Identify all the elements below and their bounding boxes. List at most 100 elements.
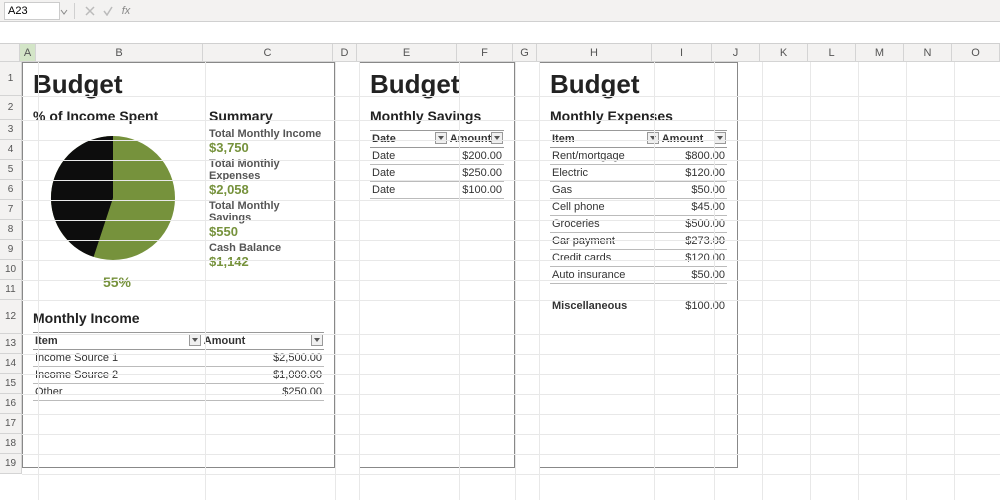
row-header-14[interactable]: 14: [0, 354, 22, 374]
row-header-2[interactable]: 2: [0, 96, 22, 120]
cell: Income Source 1: [33, 350, 202, 367]
row-header-19[interactable]: 19: [0, 454, 22, 474]
row-header-3[interactable]: 3: [0, 120, 22, 140]
cell: $250.00: [448, 165, 504, 182]
filter-icon[interactable]: [714, 132, 726, 144]
row-header-8[interactable]: 8: [0, 220, 22, 240]
filter-icon[interactable]: [311, 334, 323, 346]
col-header-A[interactable]: A: [20, 44, 36, 62]
expenses-panel: Budget Monthly Expenses Item Amount Rent…: [539, 62, 738, 468]
column-headers: ABCDEFGHIJKLMNO: [0, 44, 1000, 62]
col-header-C[interactable]: C: [203, 44, 333, 62]
cell: $2,500.00: [202, 350, 324, 367]
col-header-I[interactable]: I: [652, 44, 712, 62]
row-header-17[interactable]: 17: [0, 414, 22, 434]
col-header-J[interactable]: J: [712, 44, 760, 62]
table-row[interactable]: Gas$50.00: [550, 182, 727, 199]
cell: $200.00: [448, 148, 504, 165]
cb-label: Cash Balance: [209, 242, 324, 254]
cell: Cell phone: [550, 199, 660, 216]
col-header-H[interactable]: H: [537, 44, 652, 62]
table-row[interactable]: Income Source 1$2,500.00: [33, 350, 324, 367]
table-row[interactable]: Other$250.00: [33, 384, 324, 401]
row-header-1[interactable]: 1: [0, 62, 22, 96]
col-header-O[interactable]: O: [952, 44, 1000, 62]
filter-icon[interactable]: [189, 334, 201, 346]
table-row[interactable]: Groceries$500.00: [550, 216, 727, 233]
row-header-4[interactable]: 4: [0, 140, 22, 160]
table-row[interactable]: Credit cards$120.00: [550, 250, 727, 267]
cell: $1,000.00: [202, 367, 324, 384]
tms-value: $550: [209, 224, 324, 239]
col-header-K[interactable]: K: [760, 44, 808, 62]
cell: Date: [370, 182, 448, 199]
savings-heading: Monthly Savings: [370, 108, 504, 124]
row-header-9[interactable]: 9: [0, 240, 22, 260]
table-row[interactable]: Date$250.00: [370, 165, 504, 182]
row-header-5[interactable]: 5: [0, 160, 22, 180]
formula-input[interactable]: [0, 24, 1000, 42]
table-row[interactable]: Date$100.00: [370, 182, 504, 199]
cb-value: $1,142: [209, 254, 324, 269]
tmi-value: $3,750: [209, 140, 324, 155]
tmi-label: Total Monthly Income: [209, 128, 324, 140]
select-all-corner[interactable]: [0, 44, 20, 62]
expenses-amount-header[interactable]: Amount: [660, 131, 727, 148]
savings-date-header[interactable]: Date: [370, 131, 448, 148]
formula-bar: [0, 22, 1000, 44]
cell: Credit cards: [550, 250, 660, 267]
table-row[interactable]: Date$200.00: [370, 148, 504, 165]
cell: Gas: [550, 182, 660, 199]
col-header-L[interactable]: L: [808, 44, 856, 62]
row-header-15[interactable]: 15: [0, 374, 22, 394]
row-header-16[interactable]: 16: [0, 394, 22, 414]
name-box-toolbar: fx: [0, 0, 1000, 22]
income-amount-header[interactable]: Amount: [202, 333, 324, 350]
expenses-heading: Monthly Expenses: [550, 108, 727, 124]
cell: Other: [33, 384, 202, 401]
filter-icon[interactable]: [491, 132, 503, 144]
cell: $50.00: [660, 182, 727, 199]
table-row[interactable]: Cell phone$45.00: [550, 199, 727, 216]
filter-icon[interactable]: [647, 132, 659, 144]
sheet-area[interactable]: Budget % of Income Spent 55% Summary Tot…: [22, 62, 1000, 500]
col-header-F[interactable]: F: [457, 44, 513, 62]
row-header-12[interactable]: 12: [0, 300, 22, 334]
row-header-11[interactable]: 11: [0, 280, 22, 300]
table-row[interactable]: Electric$120.00: [550, 165, 727, 182]
cell: $45.00: [660, 199, 727, 216]
pct-heading: % of Income Spent: [33, 108, 201, 124]
fx-icon[interactable]: fx: [119, 4, 133, 18]
cell: Date: [370, 148, 448, 165]
row-header-13[interactable]: 13: [0, 334, 22, 354]
namebox-dropdown-icon[interactable]: [60, 7, 68, 15]
row-header-10[interactable]: 10: [0, 260, 22, 280]
cell: $273.00: [660, 233, 727, 250]
col-header-G[interactable]: G: [513, 44, 537, 62]
col-header-M[interactable]: M: [856, 44, 904, 62]
col-header-D[interactable]: D: [333, 44, 357, 62]
income-item-header[interactable]: Item: [33, 333, 202, 350]
savings-amount-header[interactable]: Amount: [448, 131, 504, 148]
income-table: Item Amount Income Source 1$2,500.00Inco…: [33, 332, 324, 401]
cancel-icon[interactable]: [83, 4, 97, 18]
cell: $500.00: [660, 216, 727, 233]
percent-spent-label: 55%: [33, 274, 201, 290]
cell: Rent/mortgage: [550, 148, 660, 165]
col-header-E[interactable]: E: [357, 44, 457, 62]
cell: Groceries: [550, 216, 660, 233]
row-header-7[interactable]: 7: [0, 200, 22, 220]
name-box[interactable]: [4, 2, 60, 20]
expenses-item-header[interactable]: Item: [550, 131, 660, 148]
filter-icon[interactable]: [435, 132, 447, 144]
col-header-N[interactable]: N: [904, 44, 952, 62]
cell: $250.00: [202, 384, 324, 401]
table-row[interactable]: Income Source 2$1,000.00: [33, 367, 324, 384]
enter-icon[interactable]: [101, 4, 115, 18]
table-row[interactable]: Rent/mortgage$800.00: [550, 148, 727, 165]
cell: Car payment: [550, 233, 660, 250]
col-header-B[interactable]: B: [36, 44, 203, 62]
table-row[interactable]: Car payment$273.00: [550, 233, 727, 250]
row-header-18[interactable]: 18: [0, 434, 22, 454]
row-header-6[interactable]: 6: [0, 180, 22, 200]
